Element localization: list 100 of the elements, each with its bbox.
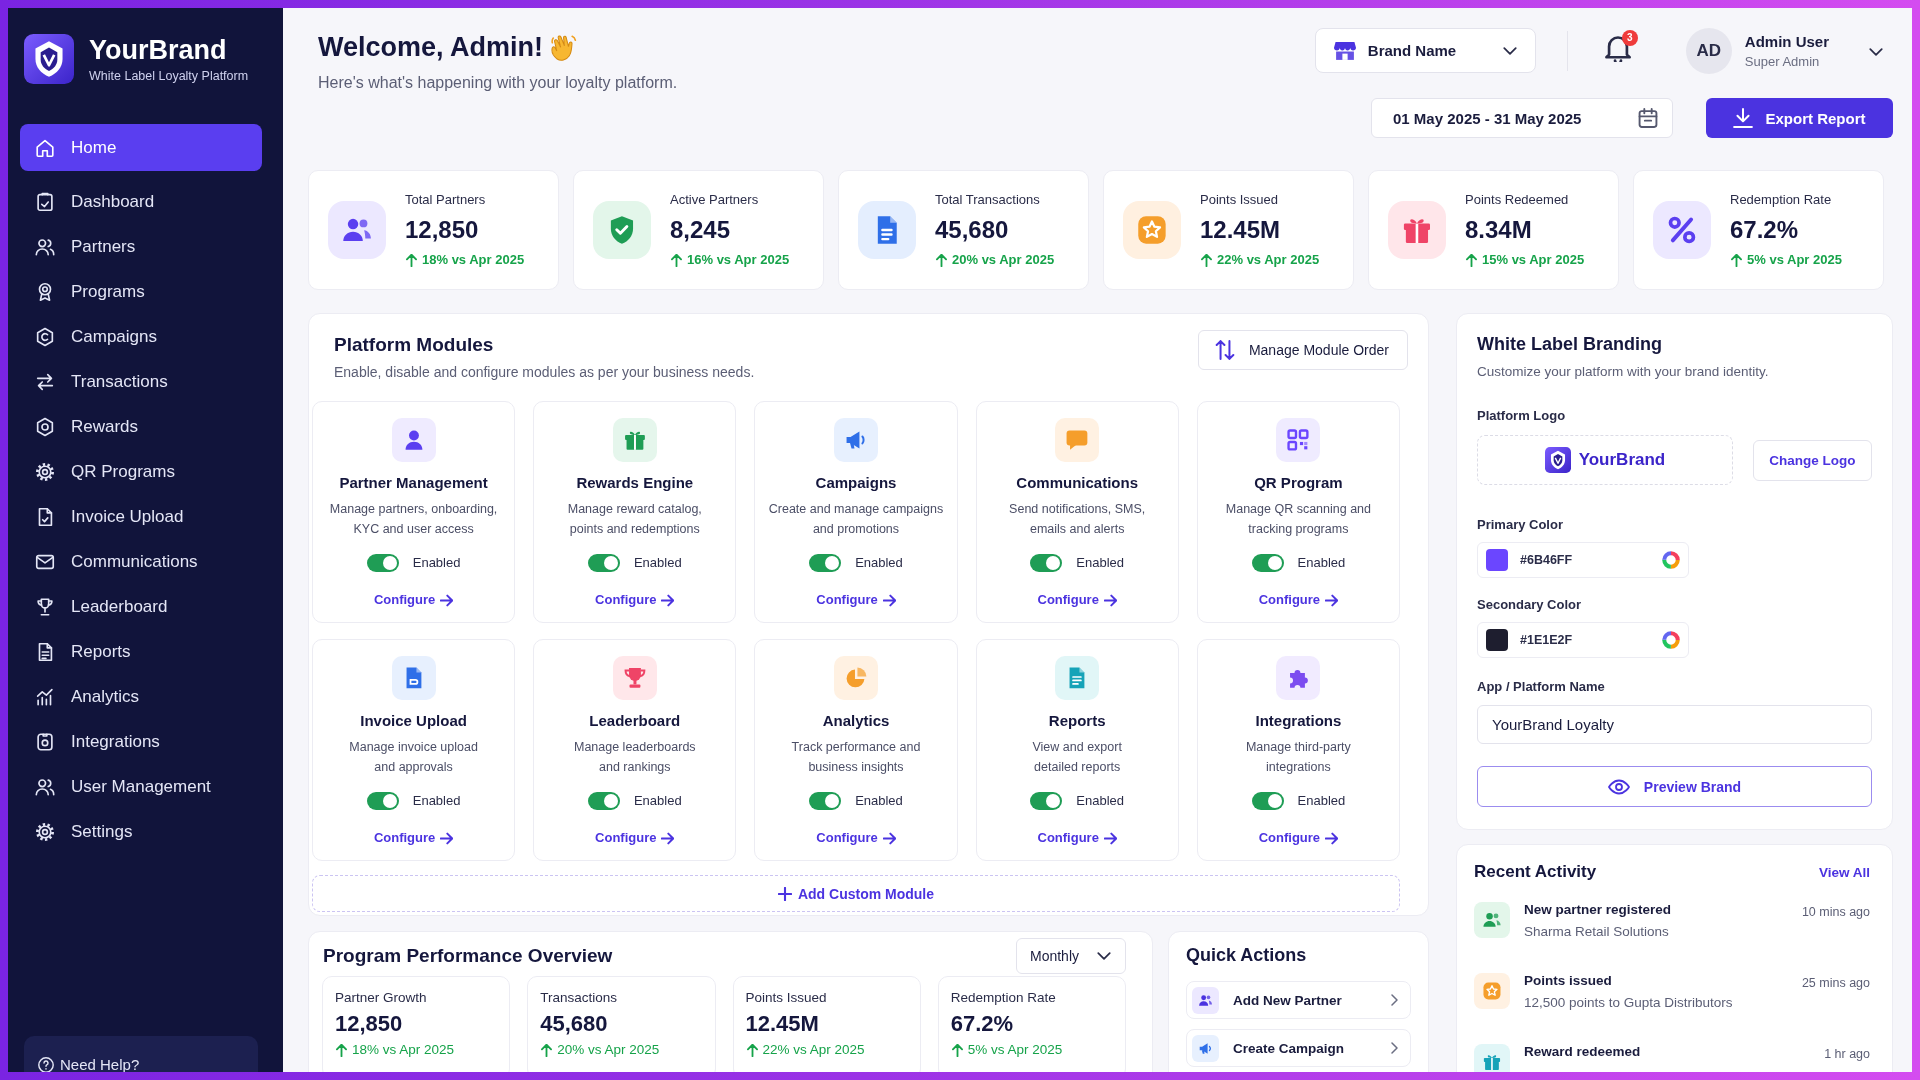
- stat-label: Points Redeemed: [1465, 192, 1570, 208]
- configure-link[interactable]: Configure: [816, 592, 896, 608]
- toggle-switch[interactable]: [1030, 554, 1063, 572]
- field-label: Platform Logo: [1477, 408, 1567, 424]
- configure-link[interactable]: Configure: [595, 830, 675, 846]
- nav-item[interactable]: User Management: [20, 764, 262, 809]
- users-icon: [328, 201, 386, 259]
- color-wheel-icon[interactable]: [1662, 631, 1680, 649]
- nav-item[interactable]: Transactions: [20, 359, 262, 404]
- configure-link[interactable]: Configure: [373, 592, 454, 608]
- nav-item[interactable]: Settings: [20, 809, 262, 854]
- nav-item[interactable]: Reports: [20, 629, 262, 674]
- nav-item[interactable]: Dashboard: [20, 179, 262, 224]
- add-module-button[interactable]: Add Custom Module: [312, 875, 1400, 912]
- toggle-switch[interactable]: [1251, 792, 1284, 810]
- nav-item[interactable]: Partners: [20, 224, 262, 269]
- quick-action-item[interactable]: Create Campaign: [1186, 1029, 1411, 1067]
- brand-name: YourBrand: [89, 34, 228, 65]
- stat-label: Total Transactions: [935, 192, 1041, 208]
- stat-label: Points Issued: [1200, 192, 1280, 208]
- panel-subtitle: Enable, disable and configure modules as per your business needs.: [334, 363, 755, 381]
- color-wheel-icon[interactable]: [1662, 551, 1680, 569]
- activity-title: New partner registered: [1524, 902, 1673, 918]
- nav-item[interactable]: Rewards: [20, 404, 262, 449]
- module-name: Communications: [1016, 474, 1139, 492]
- nav-item[interactable]: Integrations: [20, 719, 262, 764]
- stat-value: 8.34M: [1465, 216, 1533, 244]
- arrow-up-icon: [935, 253, 948, 267]
- module-description: Manage partners, onboarding, KYC and user access: [329, 501, 498, 538]
- configure-link[interactable]: Configure: [1037, 592, 1117, 608]
- panel-title: Program Performance Overview: [323, 945, 613, 967]
- toggle-switch[interactable]: [809, 792, 842, 810]
- toggle-label: Enabled: [855, 555, 903, 571]
- quick-action-item[interactable]: Add New Partner: [1186, 981, 1411, 1019]
- change-logo-button[interactable]: Change Logo: [1752, 439, 1872, 481]
- nav-item[interactable]: QR Programs: [20, 449, 262, 494]
- export-report-button[interactable]: Export Report: [1706, 98, 1893, 138]
- toggle-switch[interactable]: [366, 792, 399, 810]
- toggle-label: Enabled: [633, 793, 682, 809]
- user-name: Admin User: [1744, 32, 1829, 50]
- arrow-up-icon: [540, 1043, 554, 1057]
- activity-time: 25 mins ago: [1801, 975, 1870, 991]
- chevron-down-icon[interactable]: [1869, 47, 1883, 56]
- toggle-switch[interactable]: [1251, 554, 1284, 572]
- nav-item[interactable]: Analytics: [20, 674, 262, 719]
- brand-selector[interactable]: Brand Name: [1314, 28, 1536, 73]
- toggle-label: Enabled: [412, 555, 461, 571]
- toggle-switch[interactable]: [1030, 792, 1063, 810]
- notification-badge: 3: [1621, 29, 1638, 46]
- toggle-switch[interactable]: [366, 554, 399, 572]
- stat-value: 12.45M: [1200, 216, 1282, 244]
- configure-link[interactable]: Configure: [1037, 830, 1117, 846]
- arrow-right-icon: [661, 831, 675, 845]
- arrow-up-icon: [1465, 253, 1478, 267]
- sort-arrows-icon: [1214, 340, 1235, 360]
- puzzle-icon: [1276, 656, 1321, 700]
- configure-link[interactable]: Configure: [1258, 830, 1339, 846]
- manage-order-button[interactable]: Manage Module Order: [1197, 330, 1408, 370]
- users-icon: [1192, 986, 1219, 1014]
- period-dropdown[interactable]: Monthly: [1015, 938, 1126, 974]
- panel-subtitle: Customize your platform with your brand identity.: [1477, 363, 1770, 380]
- preview-brand-button[interactable]: Preview Brand: [1477, 766, 1872, 807]
- field-label: App / Platform Name: [1477, 679, 1606, 695]
- toggle-switch[interactable]: [587, 554, 620, 572]
- star-badge-icon: [1474, 973, 1510, 1009]
- nav-item[interactable]: Home: [20, 124, 262, 171]
- module-name: QR Program: [1254, 474, 1343, 492]
- trend-text: 18% vs Apr 2025: [422, 252, 525, 268]
- app-name-field[interactable]: YourBrand Loyalty: [1477, 705, 1872, 744]
- document-icon: [858, 201, 916, 259]
- nav-item[interactable]: Leaderboard: [20, 584, 262, 629]
- toggle-switch[interactable]: [587, 792, 620, 810]
- date-range-picker[interactable]: 01 May 2025 - 31 May 2025: [1371, 98, 1673, 138]
- panel-title: White Label Branding: [1477, 333, 1663, 355]
- view-all-link[interactable]: View All: [1818, 864, 1870, 880]
- trend-text: 15% vs Apr 2025: [1482, 252, 1585, 268]
- configure-link[interactable]: Configure: [595, 592, 675, 608]
- module-description: Manage QR scanning and tracking programs: [1225, 501, 1371, 538]
- toggle-switch[interactable]: [809, 554, 842, 572]
- module-description: Manage leaderboards and rankings: [573, 739, 696, 776]
- nav-item[interactable]: Programs: [20, 269, 262, 314]
- nav-item[interactable]: Campaigns: [20, 314, 262, 359]
- configure-link[interactable]: Configure: [373, 830, 454, 846]
- metric-value: 67.2%: [950, 1011, 1015, 1037]
- arrow-up-icon: [1730, 253, 1743, 267]
- configure-link[interactable]: Configure: [816, 830, 896, 846]
- configure-link[interactable]: Configure: [1258, 592, 1339, 608]
- metric-value: 12,850: [335, 1011, 404, 1037]
- person-icon: [391, 418, 436, 462]
- module-description: Manage third-party integrations: [1245, 739, 1351, 776]
- color-field[interactable]: #6B46FF: [1477, 542, 1689, 578]
- arrow-up-icon: [745, 1043, 759, 1057]
- gift-icon: [1388, 201, 1446, 259]
- arrow-right-icon: [440, 593, 454, 607]
- user-avatar[interactable]: AD: [1685, 27, 1732, 74]
- metric-label: Redemption Rate: [950, 990, 1057, 1006]
- nav-item[interactable]: Communications: [20, 539, 262, 584]
- module-name: Campaigns: [815, 474, 897, 492]
- nav-item[interactable]: Invoice Upload: [20, 494, 262, 539]
- color-field[interactable]: #1E1E2F: [1477, 622, 1689, 658]
